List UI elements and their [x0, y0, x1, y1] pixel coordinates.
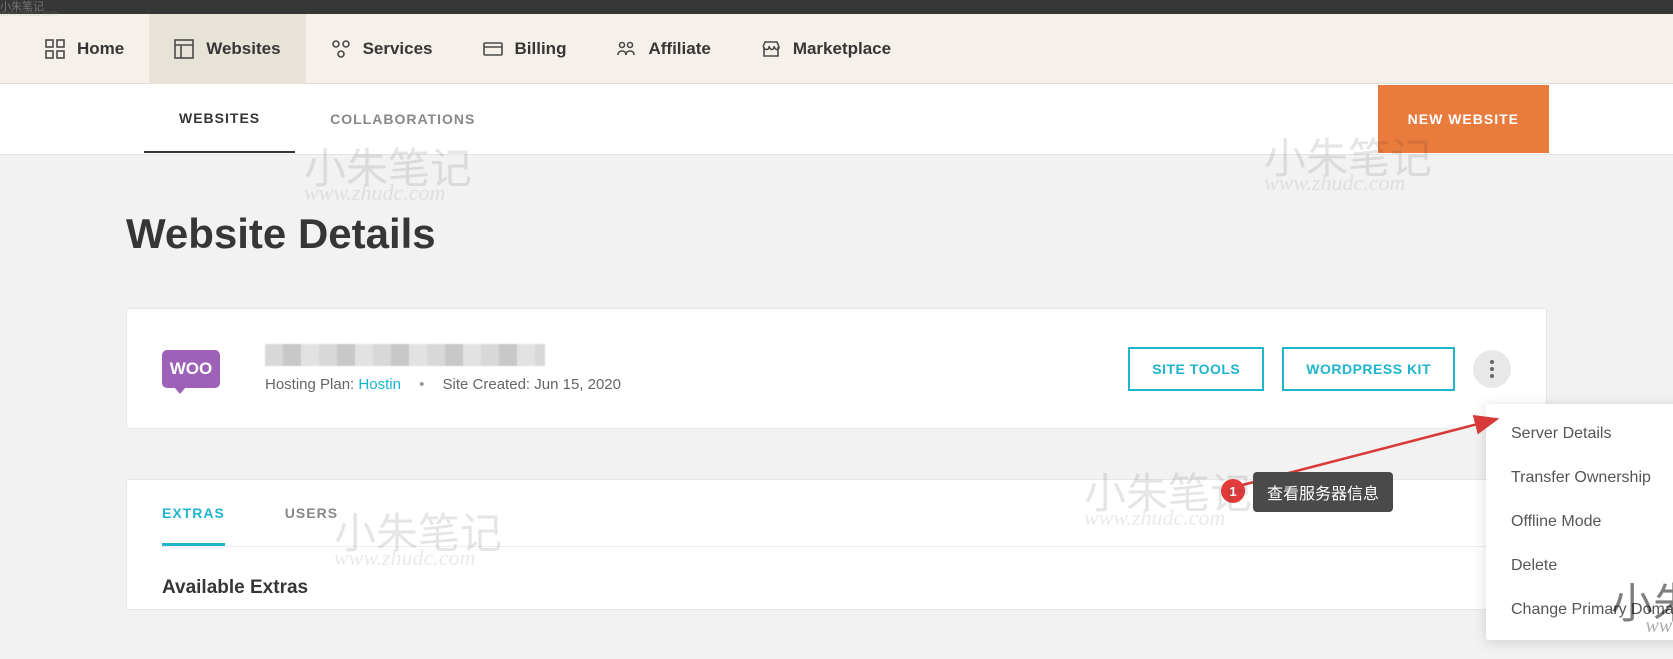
grid-icon — [45, 39, 65, 59]
menu-delete[interactable]: Delete — [1486, 544, 1673, 588]
site-name-redacted — [265, 344, 545, 366]
site-tools-button[interactable]: SITE TOOLS — [1128, 347, 1264, 391]
created-date: Jun 15, 2020 — [534, 376, 621, 393]
created-label: Site Created: — [443, 376, 531, 393]
annotation-label: 查看服务器信息 — [1253, 472, 1393, 512]
nav-marketplace[interactable]: Marketplace — [736, 14, 916, 84]
top-bar: 小朱笔记 www.zhudc.com — [0, 0, 1673, 14]
nav-home[interactable]: Home — [20, 14, 149, 84]
nav-billing[interactable]: Billing — [458, 14, 592, 84]
tab-users[interactable]: USERS — [255, 480, 368, 546]
hosting-plan-label: Hosting Plan: — [265, 376, 354, 393]
main-nav: Home Websites Services Billing Affiliate… — [0, 14, 1673, 84]
annotation-badge: 1 — [1221, 479, 1245, 503]
menu-transfer-ownership[interactable]: Transfer Ownership — [1486, 456, 1673, 500]
watermark: www.zhudc.com — [1264, 170, 1405, 196]
new-website-button[interactable]: NEW WEBSITE — [1378, 85, 1549, 153]
woo-logo: WOO — [162, 350, 220, 388]
nav-label: Services — [363, 39, 433, 59]
tab-collaborations[interactable]: COLLABORATIONS — [295, 86, 510, 152]
people-icon — [616, 39, 636, 59]
layout-icon — [174, 39, 194, 59]
nav-label: Home — [77, 39, 124, 59]
watermark: www.zhudc.com — [304, 180, 445, 206]
kebab-menu-button[interactable] — [1473, 350, 1511, 388]
page-title: Website Details — [126, 210, 1547, 258]
store-icon — [761, 39, 781, 59]
site-options-dropdown: Server Details Transfer Ownership Offlin… — [1486, 404, 1673, 640]
tab-extras[interactable]: EXTRAS — [162, 480, 225, 546]
watermark-url: www.zhudc.com — [0, 9, 58, 18]
nav-label: Websites — [206, 39, 280, 59]
website-card: WOO Hosting Plan: Hostin • Site Created:… — [126, 308, 1547, 429]
nav-websites[interactable]: Websites — [149, 14, 305, 84]
site-meta: Hosting Plan: Hostin • Site Created: Jun… — [265, 376, 1128, 393]
nav-label: Billing — [515, 39, 567, 59]
menu-server-details[interactable]: Server Details — [1486, 412, 1673, 456]
services-icon — [331, 39, 351, 59]
nav-label: Affiliate — [648, 39, 710, 59]
menu-change-primary-domain[interactable]: Change Primary Domain — [1486, 588, 1673, 632]
nav-label: Marketplace — [793, 39, 891, 59]
wordpress-kit-button[interactable]: WORDPRESS KIT — [1282, 347, 1455, 391]
available-extras-heading: Available Extras — [162, 547, 1511, 609]
tab-websites[interactable]: WEBSITES — [144, 85, 295, 153]
card-icon — [483, 39, 503, 59]
sub-nav: WEBSITES COLLABORATIONS NEW WEBSITE — [124, 84, 1549, 154]
menu-offline-mode[interactable]: Offline Mode — [1486, 500, 1673, 544]
nav-affiliate[interactable]: Affiliate — [591, 14, 735, 84]
nav-services[interactable]: Services — [306, 14, 458, 84]
hosting-plan-link[interactable]: Hostin — [358, 376, 401, 393]
separator-dot: • — [419, 376, 424, 393]
